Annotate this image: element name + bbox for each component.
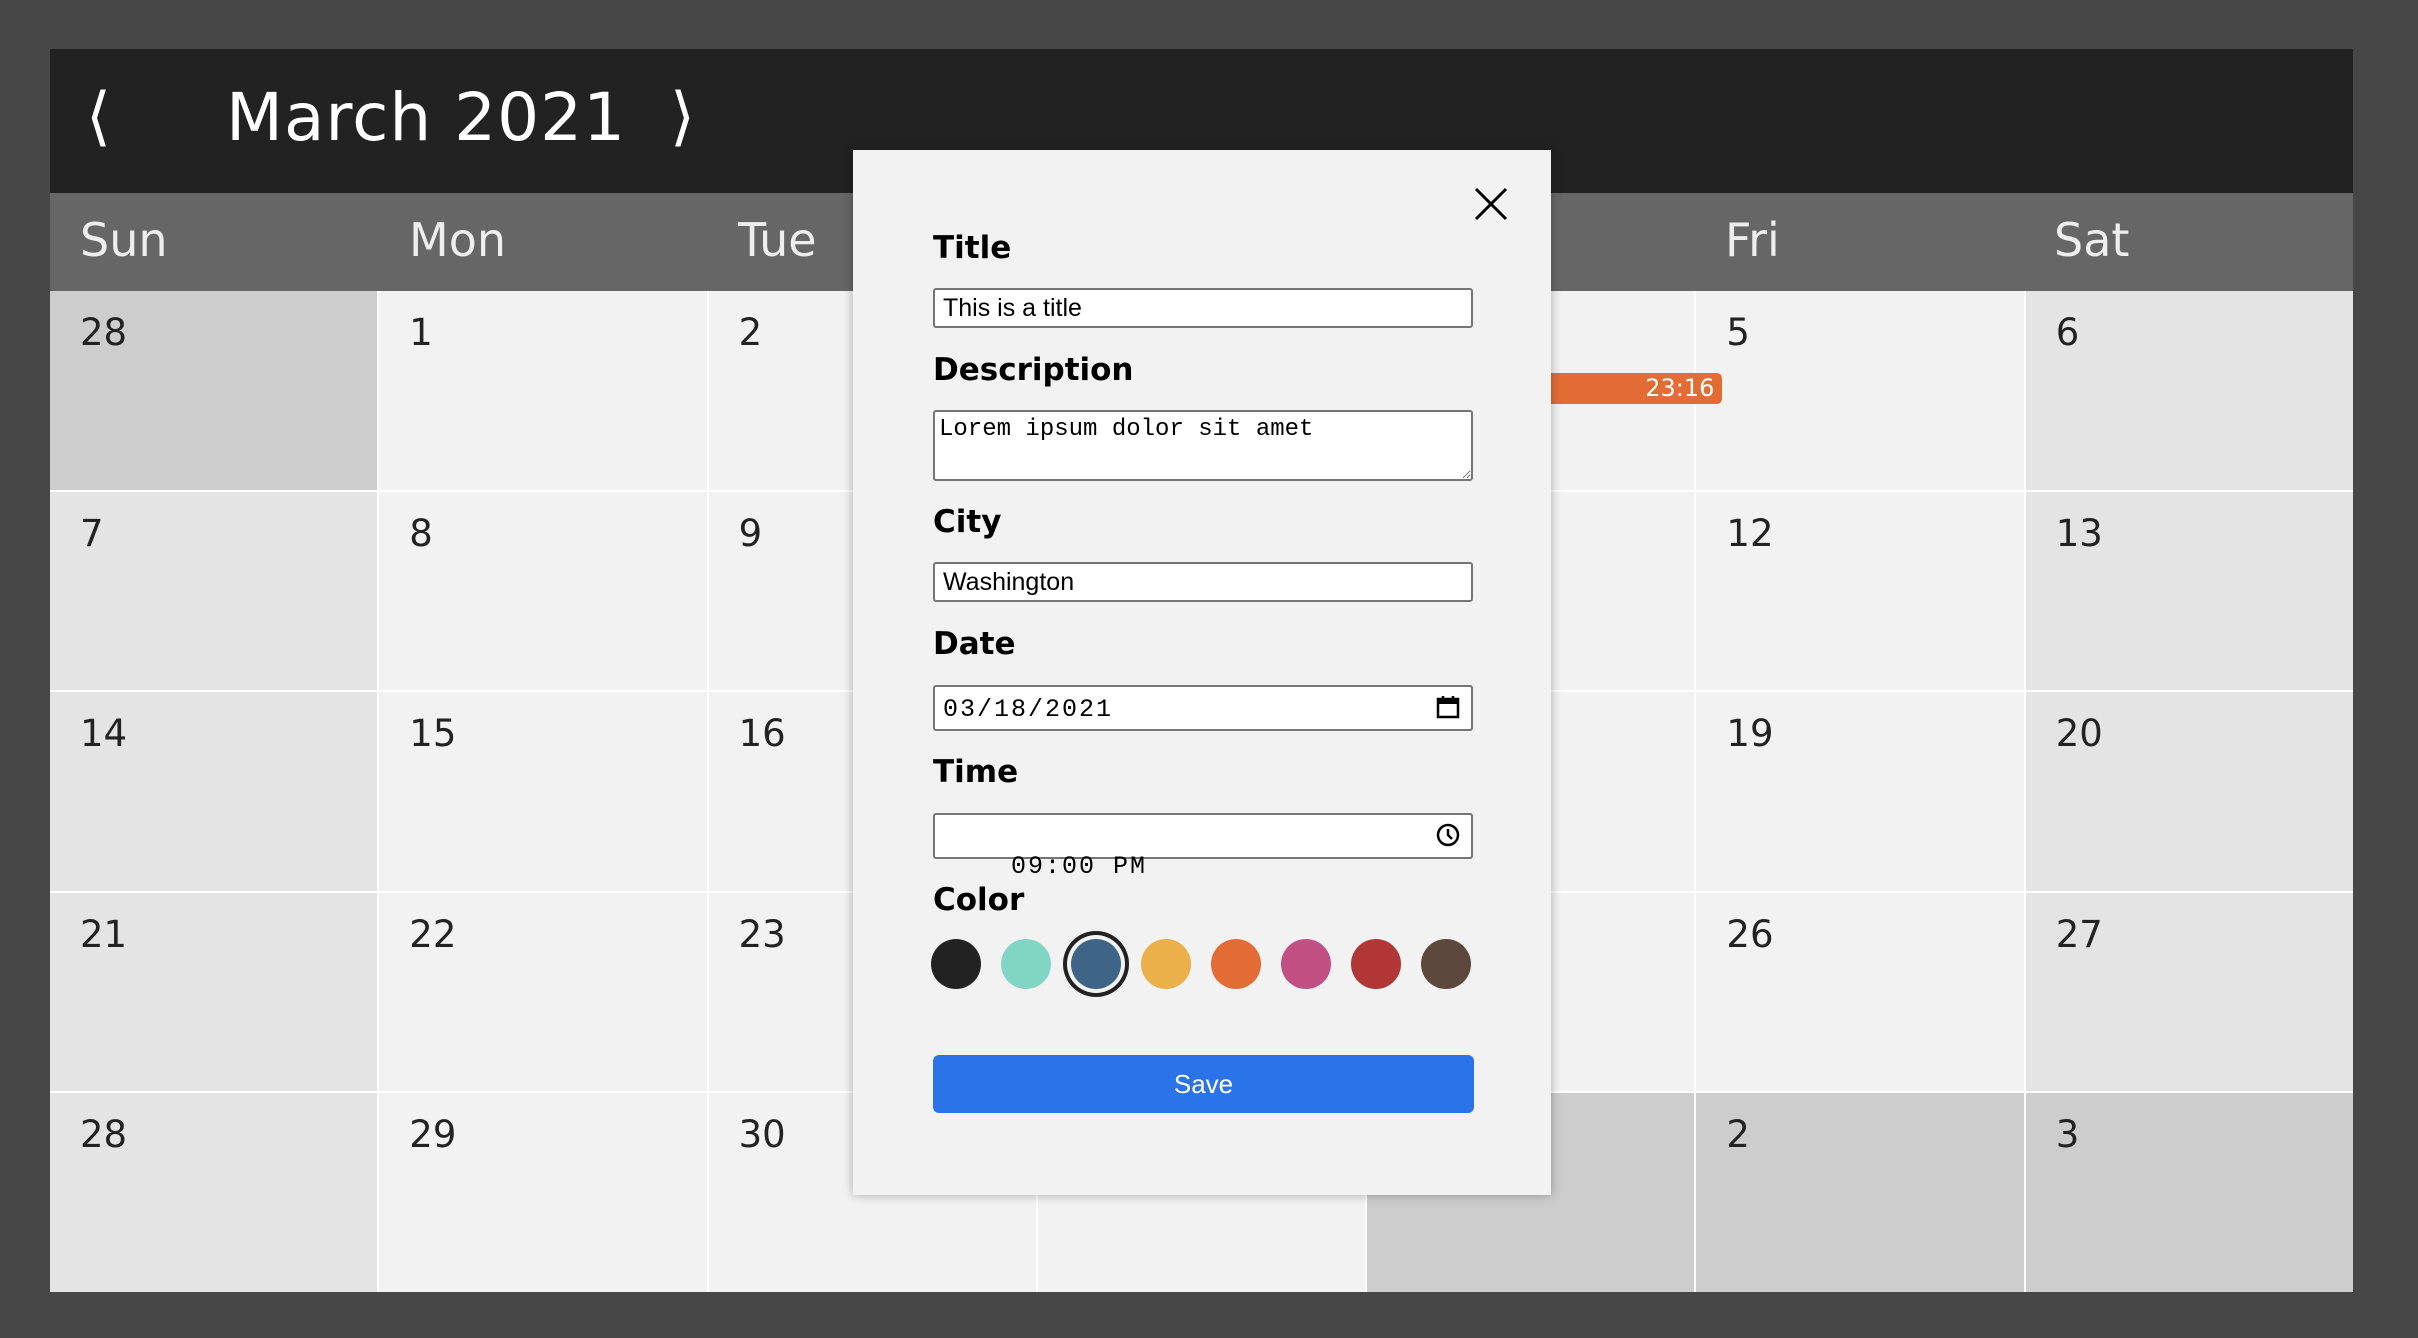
day-number: 22 [409, 912, 457, 956]
date-label: Date [933, 626, 1016, 662]
day-cell[interactable]: 7 [50, 491, 378, 691]
color-swatch[interactable] [1211, 939, 1261, 989]
day-number: 1 [409, 311, 433, 354]
close-icon[interactable] [1473, 186, 1509, 222]
city-input[interactable] [933, 562, 1473, 602]
day-cell[interactable]: 20 [2025, 692, 2353, 891]
event-modal: Title Description Lorem ipsum dolor sit … [853, 150, 1551, 1195]
day-number: 13 [2055, 511, 2103, 555]
day-number: 20 [2055, 712, 2103, 756]
calendar-icon[interactable] [1435, 694, 1461, 720]
day-number: 9 [738, 511, 763, 555]
day-cell[interactable]: 6 [2025, 291, 2353, 490]
day-cell[interactable]: 22 [379, 892, 707, 1092]
weekday-mon: Mon [409, 213, 506, 267]
day-number: 2 [738, 311, 763, 354]
day-cell[interactable]: 21 [50, 892, 378, 1092]
day-number: 16 [738, 712, 786, 756]
date-input[interactable]: 03/18/2021 [933, 685, 1473, 731]
day-number: 28 [80, 1113, 128, 1157]
day-cell[interactable]: 19 [1696, 692, 2024, 891]
day-number: 14 [80, 712, 128, 756]
day-number: 6 [2055, 311, 2080, 354]
day-cell[interactable]: 2 [1696, 1093, 2024, 1292]
day-cell[interactable]: 26 [1696, 892, 2024, 1092]
title-label: Title [933, 230, 1012, 266]
color-swatch[interactable] [1421, 939, 1471, 989]
description-textarea[interactable]: Lorem ipsum dolor sit amet [933, 410, 1473, 481]
day-number: 2 [1726, 1113, 1750, 1157]
save-button[interactable]: Save [933, 1055, 1474, 1113]
day-cell[interactable]: 15 [379, 692, 707, 891]
day-number: 28 [80, 311, 128, 354]
color-label: Color [933, 882, 1025, 918]
time-input[interactable]: 09:00 PM [933, 813, 1473, 881]
chevron-left-icon[interactable]: ⟨ [86, 85, 111, 149]
day-number: 15 [409, 712, 457, 756]
day-number: 19 [1726, 712, 1774, 756]
day-cell[interactable]: 3 [2025, 1093, 2353, 1292]
day-cell[interactable]: 29 [379, 1093, 707, 1292]
description-label: Description [933, 352, 1134, 388]
day-cell[interactable]: 12 [1696, 491, 2024, 691]
clock-icon[interactable] [1435, 822, 1461, 848]
weekday-sun: Sun [80, 213, 168, 267]
day-cell[interactable]: 14 [50, 692, 378, 891]
date-value: 03/18/2021 [943, 695, 1114, 724]
color-swatch[interactable] [1351, 939, 1401, 989]
chevron-right-icon[interactable]: ⟩ [670, 85, 695, 149]
day-number: 5 [1726, 311, 1750, 354]
title-input[interactable] [933, 288, 1473, 328]
month-title: March 2021 [226, 79, 627, 156]
day-number: 27 [2055, 912, 2103, 956]
day-cell[interactable]: 1 [379, 291, 707, 490]
day-number: 30 [738, 1113, 786, 1157]
color-swatch[interactable] [931, 939, 981, 989]
color-swatch[interactable] [1001, 939, 1051, 989]
day-cell[interactable]: 28 [50, 1093, 378, 1292]
day-number: 12 [1726, 511, 1774, 555]
day-number: 23 [738, 912, 786, 956]
day-number: 8 [409, 511, 433, 555]
time-label: Time [933, 754, 1019, 790]
weekday-fri: Fri [1725, 213, 1780, 267]
day-number: 21 [80, 912, 128, 956]
day-cell[interactable]: 5 [1696, 291, 2024, 490]
color-swatch[interactable] [1141, 939, 1191, 989]
day-cell[interactable]: 27 [2025, 892, 2353, 1092]
day-cell[interactable]: 28 [50, 291, 378, 490]
time-value: 09:00 PM [1011, 852, 1148, 881]
weekday-sat: Sat [2054, 213, 2130, 267]
day-number: 7 [80, 511, 104, 555]
day-number: 3 [2055, 1113, 2080, 1157]
city-label: City [933, 504, 1002, 540]
day-cell[interactable]: 13 [2025, 491, 2353, 691]
day-number: 26 [1726, 912, 1774, 956]
color-swatch[interactable] [1071, 939, 1121, 989]
color-swatch[interactable] [1281, 939, 1331, 989]
day-cell[interactable]: 8 [379, 491, 707, 691]
day-number: 29 [409, 1113, 457, 1157]
